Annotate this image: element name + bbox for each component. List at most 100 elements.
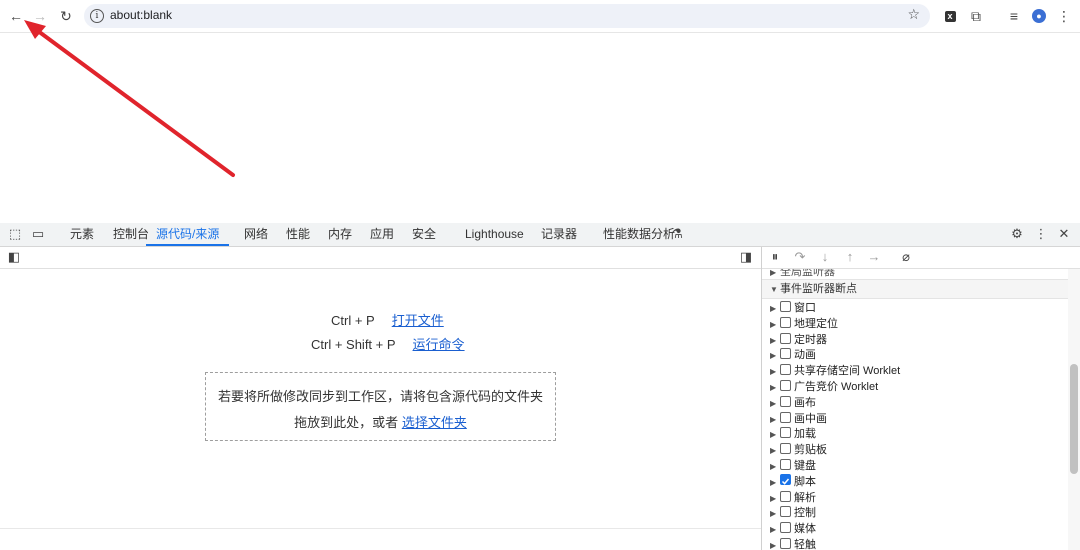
run-command-link[interactable]: 运行命令 [413,337,465,352]
breakpoint-checkbox[interactable] [780,380,791,391]
tab-application[interactable]: 应用 [370,223,394,246]
tab-network[interactable]: 网络 [244,223,268,246]
tab-sources[interactable]: 源代码/来源 [146,223,230,246]
breakpoint-label: 定时器 [794,333,827,346]
expand-triangle-icon[interactable]: ▶ [770,317,780,333]
breakpoint-category[interactable]: ▶ 地理定位 [762,316,838,332]
dropzone-text: 若要将所做修改同步到工作区，请将包含源代码的文件夹 [217,389,543,404]
expand-triangle-icon[interactable]: ▶ [770,491,780,507]
breakpoint-category[interactable]: ▶ 轻触 [762,537,816,550]
expand-triangle-icon[interactable]: ▶ [770,412,780,428]
breakpoint-checkbox[interactable] [780,443,791,455]
expand-triangle-icon[interactable]: ▶ [770,364,780,380]
breakpoint-category[interactable]: ▶ 控制 [762,505,816,521]
settings-gear-icon[interactable]: ⚙ [1009,226,1025,242]
scrollbar[interactable] [1068,269,1080,550]
close-icon[interactable]: ✕ [1056,226,1072,242]
select-folder-link[interactable]: 选择文件夹 [402,415,467,430]
pause-icon[interactable]: ⏸ [767,249,783,265]
breakpoint-label: 加载 [794,428,816,441]
dropzone-text-prefix: 拖放到此处，或者 [294,415,399,430]
breakpoint-category[interactable]: ▶ 解析 [762,490,816,506]
sources-toolbar: ◧ ◨ [0,247,762,269]
breakpoint-label: 地理定位 [794,317,838,330]
breakpoint-label: 键盘 [794,460,816,472]
tab-console[interactable]: 控制台 [113,223,149,246]
breakpoint-category[interactable]: ▶ 画布 [762,395,816,411]
expand-triangle-icon[interactable]: ▶ [770,348,780,364]
breakpoint-checkbox[interactable] [780,490,791,502]
shortcut-keys: Ctrl + P [331,313,375,328]
devtools-tab-bar: ⬚ ▭ 元素 控制台 源代码/来源 网络 性能 内存 应用 安全 Lightho… [0,223,1080,247]
breakpoint-label: 广告竞价 Worklet [794,381,879,393]
breakpoint-checkbox[interactable] [780,316,791,328]
breakpoint-label: 脚本 [794,475,816,488]
breakpoint-label: 轻触 [794,539,816,550]
breakpoint-category[interactable]: ▶ 广告竞价 Worklet [762,379,878,395]
breakpoint-category[interactable]: ▶ 窗口 [762,300,816,316]
event-listener-breakpoints-header[interactable]: ▼ 事件监听器断点 [762,279,1068,299]
step-out-icon[interactable]: ↑ [842,249,858,265]
device-toolbar-icon[interactable]: ▭ [30,226,46,242]
workspace-dropzone[interactable]: 若要将所做修改同步到工作区，请将包含源代码的文件夹 拖放到此处，或者 选择文件夹 [205,372,556,441]
breakpoint-label: 剪贴板 [794,444,827,457]
breakpoint-checkbox[interactable] [780,301,791,312]
scrollbar-thumb[interactable] [1070,364,1078,474]
tab-lighthouse[interactable]: Lighthouse [465,223,524,246]
breakpoint-checkbox[interactable] [780,459,791,470]
expand-triangle-icon[interactable]: ▶ [770,427,780,443]
toggle-debugger-icon[interactable]: ◨ [738,249,754,265]
expand-triangle-icon[interactable]: ▶ [770,475,780,491]
breakpoint-category[interactable]: ▶ 定时器 [762,332,827,348]
breakpoint-category[interactable]: ▶ 剪贴板 [762,442,827,458]
breakpoint-label: 动画 [794,349,816,362]
breakpoint-category[interactable]: ▶ 画中画 [762,411,827,427]
breakpoint-checkbox[interactable] [780,332,791,344]
breakpoint-checkbox[interactable] [780,411,791,423]
expand-triangle-icon[interactable]: ▶ [770,538,780,550]
more-options-icon[interactable]: ⋮ [1033,226,1049,242]
open-file-link[interactable]: 打开文件 [392,313,444,328]
expand-triangle-icon[interactable]: ▶ [770,301,780,317]
expand-triangle-icon[interactable]: ▶ [770,443,780,459]
expand-triangle-icon[interactable]: ▶ [770,333,780,349]
breakpoint-checkbox[interactable] [780,522,791,534]
debugger-toolbar: ⏸ ↷ ↓ ↑ → ⌀ [762,247,1080,269]
breakpoint-category[interactable]: ▶ 共享存储空间 Worklet [762,363,900,379]
deactivate-breakpoints-icon[interactable]: ⌀ [898,249,914,265]
expand-triangle-icon[interactable]: ▶ [770,522,780,538]
breakpoint-category[interactable]: ▶ 键盘 [762,458,816,474]
tab-security[interactable]: 安全 [412,223,436,246]
tab-memory[interactable]: 内存 [328,223,352,246]
expand-triangle-icon[interactable]: ▶ [770,506,780,522]
tab-performance-insights[interactable]: 性能数据分析 [603,223,675,246]
step-into-icon[interactable]: ↓ [817,249,833,265]
breakpoint-category[interactable]: ▶ 加载 [762,426,816,442]
header-label: 事件监听器断点 [780,283,857,295]
inspect-element-icon[interactable]: ⬚ [7,226,23,242]
flask-icon: ⚗ [671,226,683,241]
breakpoint-label: 画中画 [794,412,827,425]
tab-recorder[interactable]: 记录器 [541,223,577,246]
breakpoint-checkbox[interactable] [780,395,791,407]
breakpoint-category[interactable]: ▶ 动画 [762,347,816,363]
tab-elements[interactable]: 元素 [70,223,94,246]
breakpoint-label: 媒体 [794,523,816,536]
breakpoint-checkbox[interactable] [780,538,791,549]
step-icon[interactable]: → [866,249,882,265]
toggle-navigator-icon[interactable]: ◧ [6,249,22,265]
expand-triangle-icon[interactable]: ▶ [770,380,780,396]
breakpoint-checkbox[interactable] [780,427,791,439]
shortcut-keys: Ctrl + Shift + P [311,337,396,352]
breakpoint-label: 共享存储空间 Worklet [794,365,901,378]
breakpoint-category[interactable]: ▶ 脚本 [762,473,816,491]
expand-triangle-icon[interactable]: ▶ [770,459,780,475]
expand-triangle-icon[interactable]: ▶ [770,396,780,412]
breakpoint-checkbox[interactable] [780,348,791,360]
breakpoint-checkbox[interactable] [780,364,791,376]
breakpoint-category[interactable]: ▶ 媒体 [762,521,816,537]
tab-performance[interactable]: 性能 [286,223,310,246]
breakpoint-checkbox[interactable] [780,506,791,518]
breakpoint-checkbox[interactable] [780,473,791,485]
step-over-icon[interactable]: ↷ [792,249,808,265]
